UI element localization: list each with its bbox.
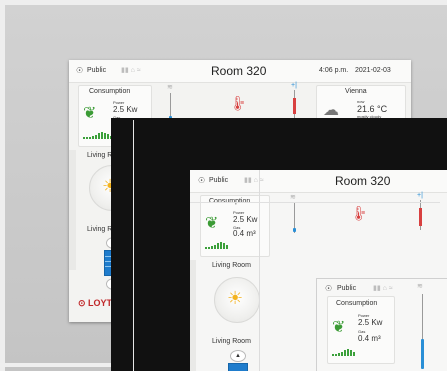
deep-power-value: 2.5 Kw [358, 318, 383, 327]
brand-logo-mark: ⊙ [78, 298, 86, 308]
inner-blind-position[interactable] [228, 363, 248, 371]
deep-consumption-card[interactable]: Consumption ❦ Power 2.5 Kw Gas 0.4 m³ [327, 296, 395, 364]
frame-line-left [0, 0, 5, 371]
inner-trend-marker-red [419, 208, 422, 226]
inner-header-indicators: ▮▮ ⌂ ≈ [244, 177, 264, 184]
guide-line-horizontal [190, 202, 440, 203]
user-icon: ☉ [76, 66, 84, 75]
deep-plant-icon: ❦ [332, 319, 346, 336]
deep-access-label[interactable]: Public [337, 285, 356, 292]
fan-icon: ≋ [167, 84, 173, 91]
weather-temperature: 21.6 °C [357, 104, 388, 114]
consumption-title: Consumption [89, 88, 131, 95]
inner-thermometer-icon: 🌡 [350, 205, 368, 221]
thermometer-icon: 🌡 [229, 95, 247, 111]
trend-marker-red [293, 98, 296, 114]
access-label[interactable]: Public [87, 67, 106, 74]
left-rail [69, 150, 76, 270]
clock-time: 4:06 p.m. [319, 67, 349, 74]
recursive-screenshot-scene: ☉ Public ▮▮ ⌂ ≈ Room 320 4:06 p.m. 2021-… [0, 0, 447, 371]
deep-fan-icon: ≋ [417, 283, 423, 290]
inner-blind-up-button[interactable]: ▲ [230, 350, 246, 362]
weather-city: Vienna [345, 88, 367, 95]
inner-user-icon: ☉ [198, 176, 206, 185]
trend-top-mark: +| [291, 82, 297, 89]
clock-date: 2021-02-03 [355, 67, 391, 74]
inner-power-value: 2.5 Kw [233, 215, 258, 224]
inner-light-bulb-icon: ☀ [227, 288, 244, 308]
guide-line-vertical-1 [133, 120, 134, 371]
inner-trend-marker-1 [293, 228, 296, 232]
deep-consumption-bars [332, 349, 356, 357]
power-value: 2.5 Kw [113, 105, 138, 114]
inner-blind-zone-label: Living Room [212, 338, 251, 345]
inner-light-zone-label: Living Room [212, 262, 251, 269]
inner-header-bar [190, 170, 447, 193]
deep-trend-bar [421, 339, 424, 369]
inner-trend-top-mark: +| [417, 192, 423, 199]
inner-consumption-bars [205, 242, 229, 250]
consumption-bars [83, 132, 113, 140]
deep-header-indicators: ▮▮ ⌂ ≈ [373, 285, 393, 292]
inner-access-label[interactable]: Public [209, 177, 228, 184]
inner-plant-icon: ❦ [205, 215, 219, 232]
frame-line-top [0, 0, 447, 5]
deep-gas-value: 0.4 m³ [358, 334, 381, 343]
room-title: Room 320 [211, 64, 267, 78]
inner-gas-value: 0.4 m³ [233, 229, 256, 238]
inner-thermo-scale: ≡ [361, 210, 366, 217]
deep-user-icon: ☉ [325, 284, 333, 293]
inner-left-rail [190, 260, 196, 371]
header-indicators: ▮▮ ⌂ ≈ [121, 67, 141, 74]
room-panel-deepest: ☉ Public ▮▮ ⌂ ≈ Consumption ❦ Power 2.5 … [316, 278, 447, 371]
guide-line-vertical-2 [259, 170, 260, 371]
thermo-scale: ≡ [240, 100, 245, 107]
plant-icon: ❦ [83, 105, 97, 122]
deep-consumption-title: Consumption [336, 300, 378, 307]
inner-fan-icon: ≋ [290, 194, 296, 201]
inner-room-title: Room 320 [335, 174, 391, 188]
cloud-icon: ☁ [323, 102, 339, 119]
